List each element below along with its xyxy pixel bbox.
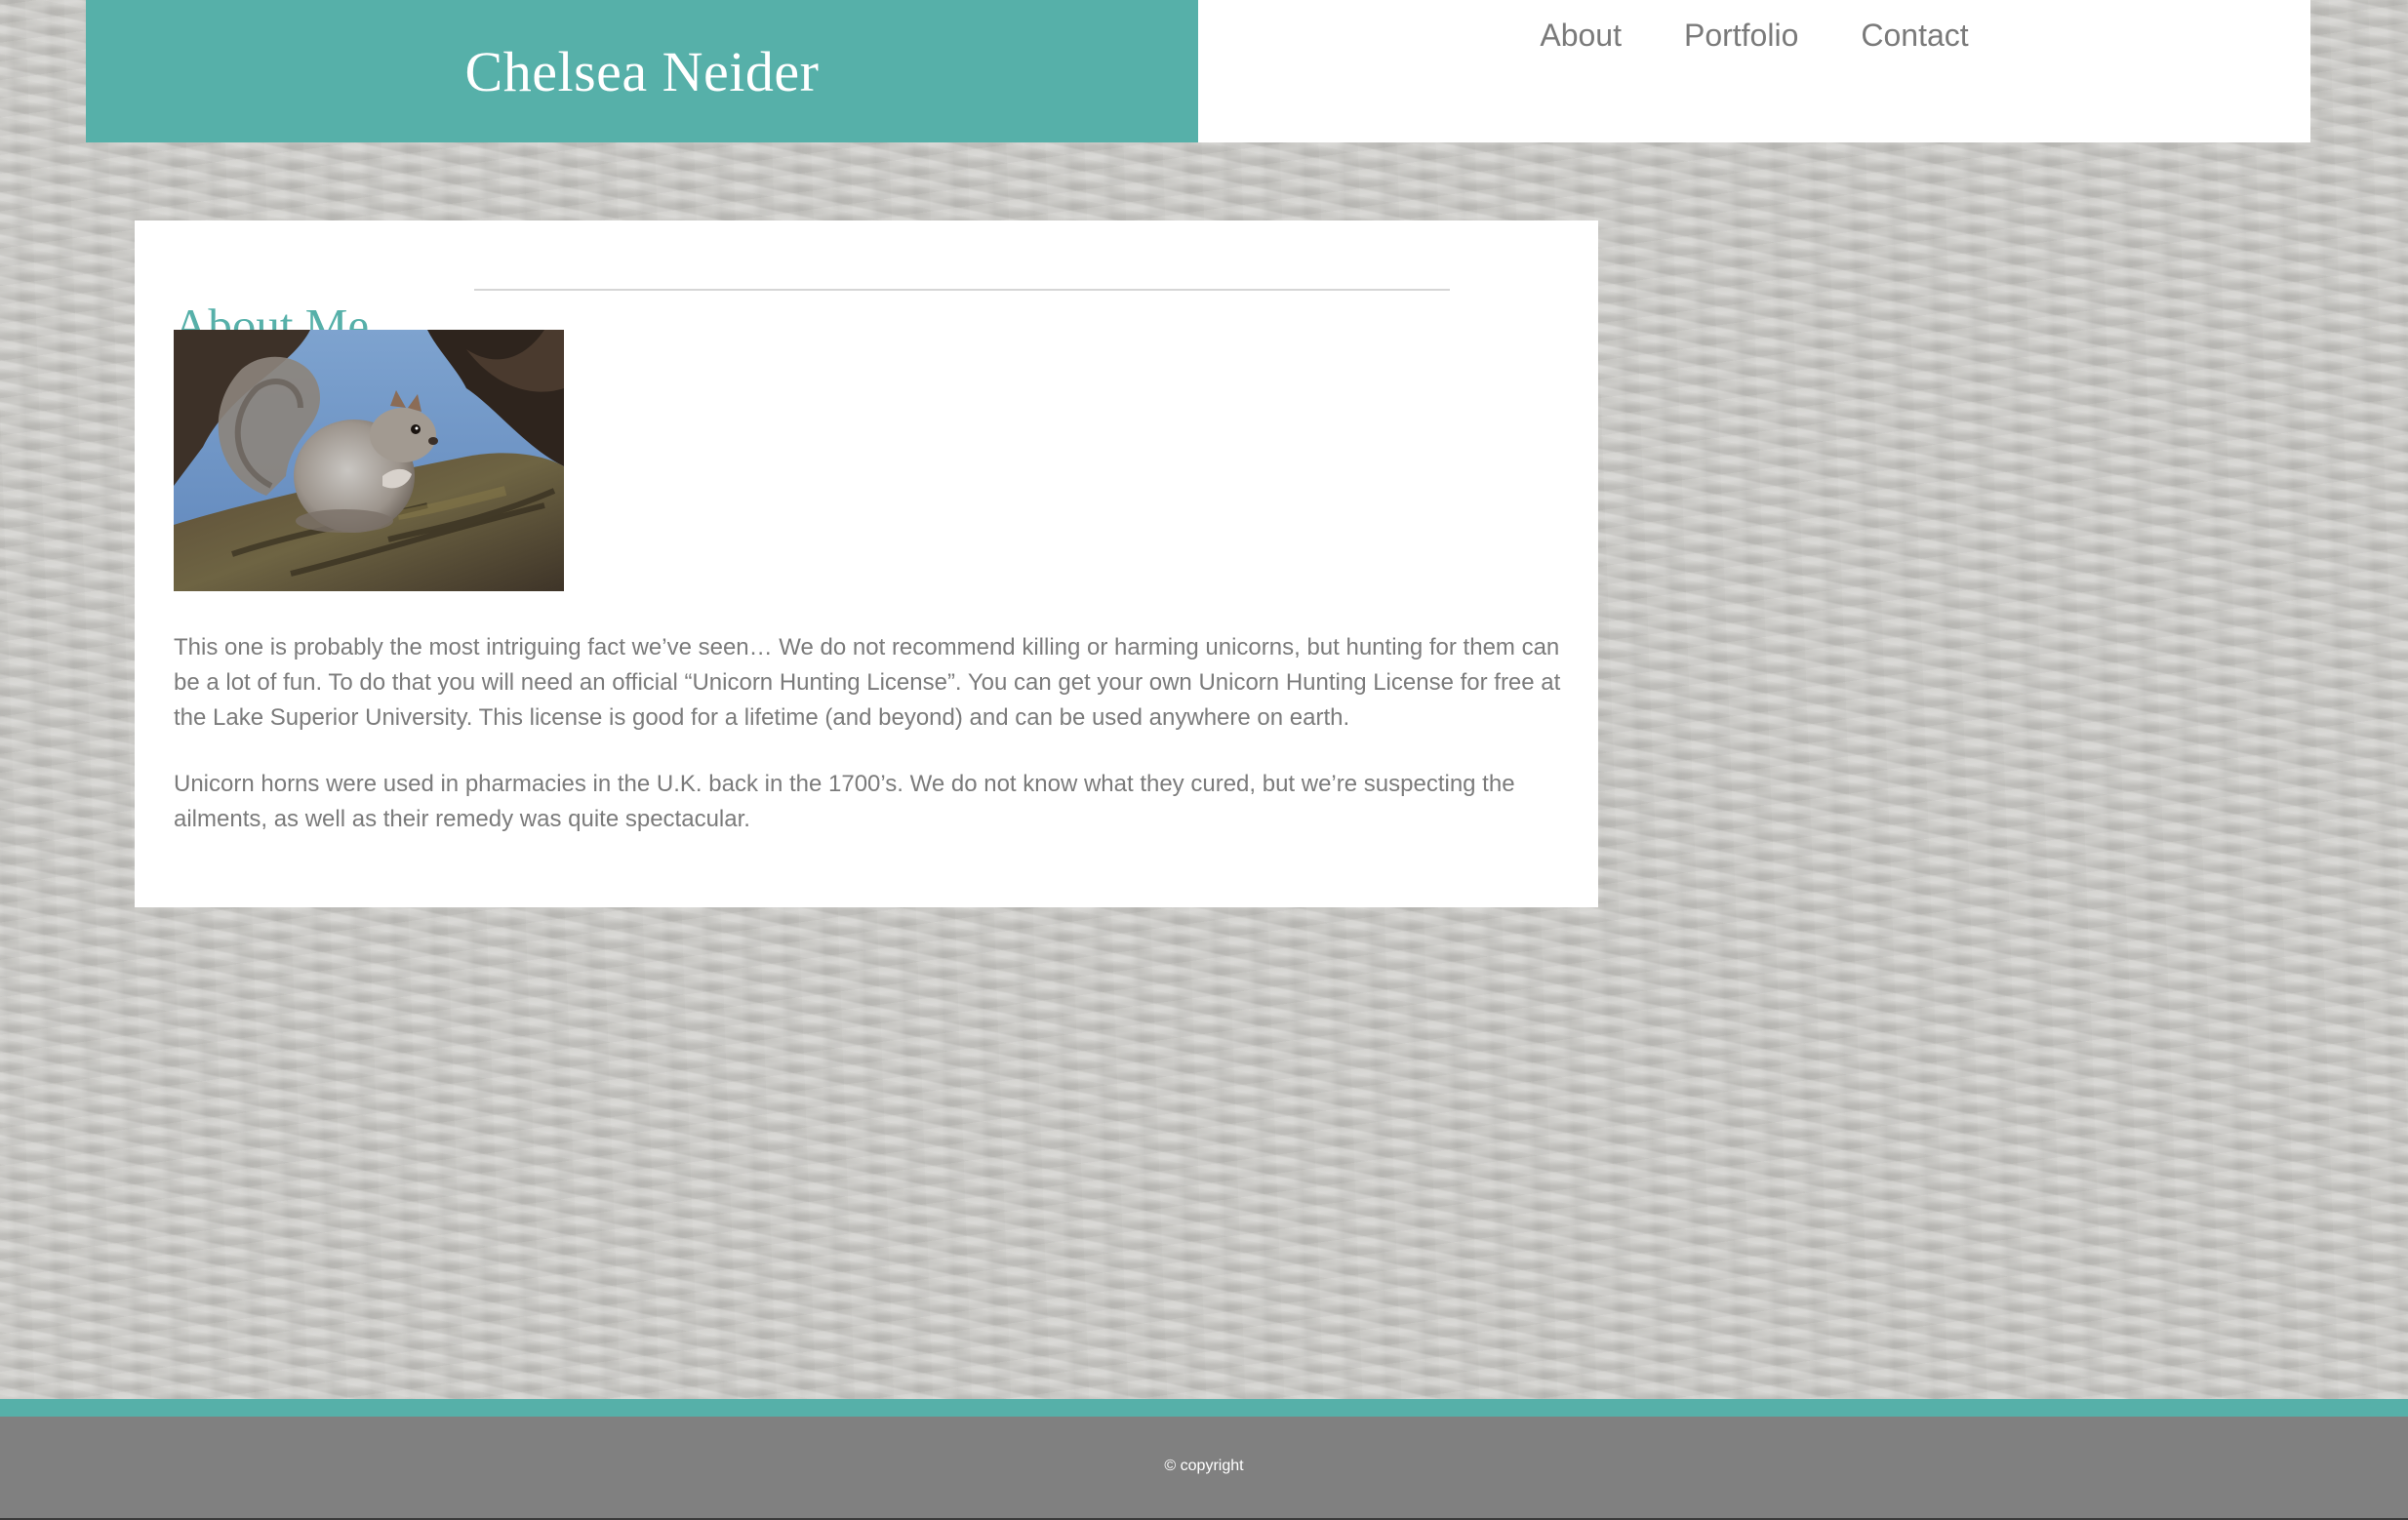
brand-panel: Chelsea Neider bbox=[86, 0, 1198, 142]
site-header: Chelsea Neider About Portfolio Contact bbox=[86, 0, 2310, 142]
heading-divider bbox=[474, 289, 1450, 291]
about-paragraph-2: Unicorn horns were used in pharmacies in… bbox=[174, 771, 1515, 832]
about-card: About Me This one is probably the most i… bbox=[135, 220, 1598, 907]
nav-link-about[interactable]: About bbox=[1540, 18, 1622, 53]
nav-item-portfolio: Portfolio bbox=[1684, 18, 1798, 54]
site-footer: © copyright bbox=[0, 1417, 2408, 1520]
nav-list: About Portfolio Contact bbox=[1198, 18, 2310, 54]
footer-accent-bar bbox=[0, 1399, 2408, 1417]
nav-item-about: About bbox=[1540, 18, 1622, 54]
about-body: This one is probably the most intriguing… bbox=[174, 630, 1569, 868]
nav-item-contact: Contact bbox=[1861, 18, 1968, 54]
copyright-text: © copyright bbox=[1164, 1458, 1244, 1474]
about-paragraph-1: This one is probably the most intriguing… bbox=[174, 634, 1561, 731]
nav-link-portfolio[interactable]: Portfolio bbox=[1684, 18, 1798, 53]
profile-photo bbox=[174, 330, 564, 591]
nav-link-contact[interactable]: Contact bbox=[1861, 18, 1968, 53]
site-title[interactable]: Chelsea Neider bbox=[465, 39, 820, 104]
main-navigation: About Portfolio Contact bbox=[1198, 0, 2310, 142]
squirrel-image bbox=[174, 330, 564, 591]
